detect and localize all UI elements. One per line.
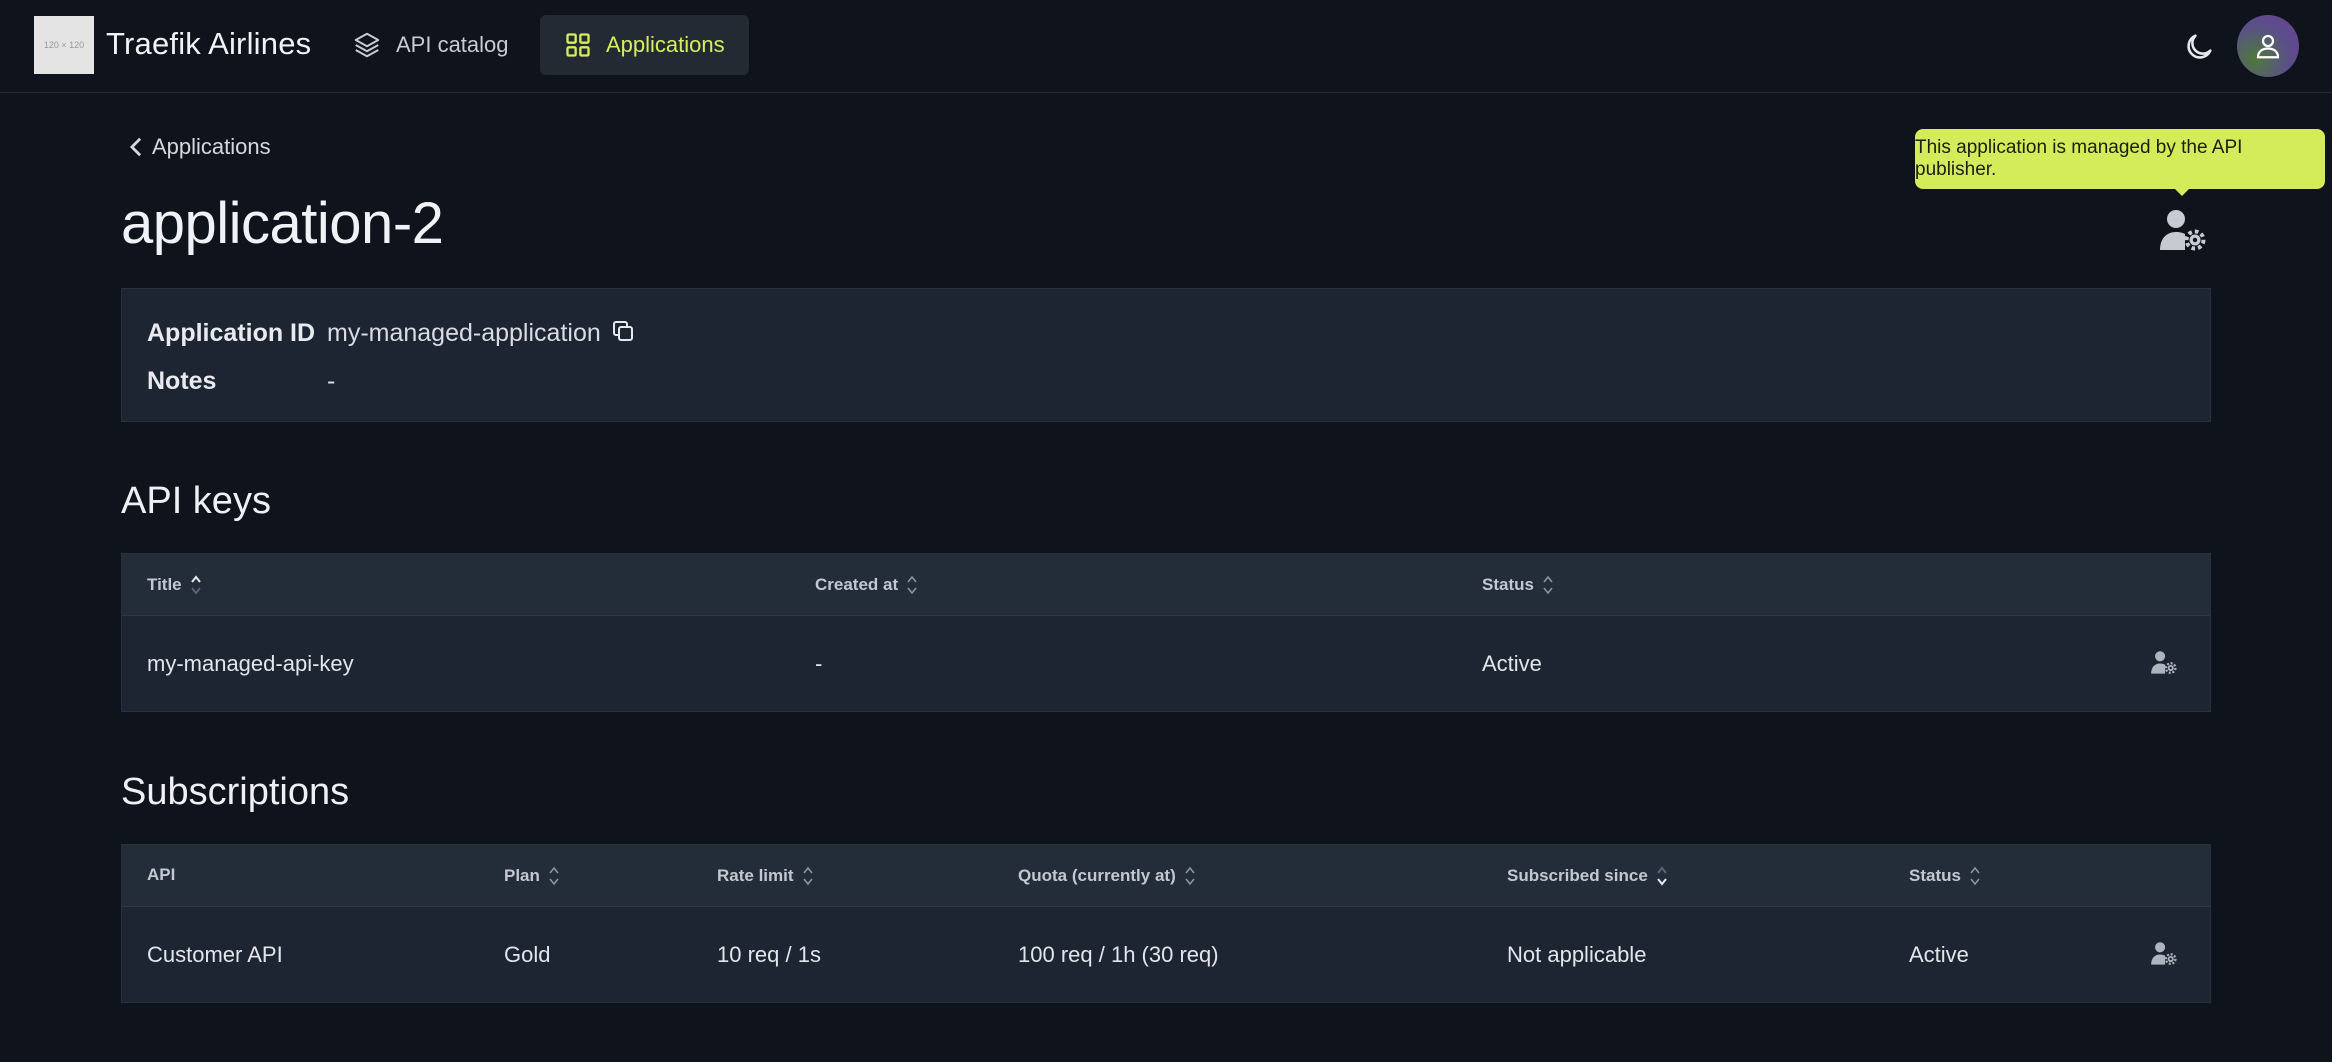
sort-icon — [802, 866, 813, 886]
api-keys-table: Title Created at Status my-managed-api-k… — [121, 553, 2211, 712]
logo[interactable]: 120 × 120 — [34, 16, 94, 74]
column-header-rate-limit[interactable]: Rate limit — [717, 865, 814, 887]
column-label: Created at — [815, 575, 899, 594]
user-avatar[interactable] — [2237, 15, 2299, 77]
app-id-value: my-managed-application — [327, 319, 601, 347]
breadcrumb-label: Applications — [152, 134, 271, 159]
table-header: API Plan Rate limit Quota (currently at)… — [122, 845, 2210, 907]
column-label: Rate limit — [717, 866, 794, 885]
subscriptions-table: API Plan Rate limit Quota (currently at)… — [121, 844, 2211, 1003]
notes-value: - — [327, 367, 336, 395]
column-label: Quota (currently at) — [1018, 866, 1176, 885]
sort-icon — [1185, 866, 1195, 886]
user-gear-icon[interactable] — [2150, 941, 2178, 967]
grid-icon — [566, 33, 590, 57]
brand-name[interactable]: Traefik Airlines — [106, 26, 311, 62]
subscription-rate-limit: 10 req / 1s — [717, 942, 821, 967]
subscription-api[interactable]: Customer API — [147, 942, 283, 968]
column-label: Title — [147, 575, 182, 594]
column-header-plan[interactable]: Plan — [504, 865, 560, 887]
api-keys-heading: API keys — [121, 480, 271, 522]
api-key-created-at: - — [815, 651, 823, 676]
api-key-status: Active — [1482, 651, 1542, 676]
column-header-status[interactable]: Status — [1909, 865, 1981, 887]
moon-icon[interactable] — [2182, 30, 2216, 64]
subscriptions-heading: Subscriptions — [121, 771, 350, 813]
nav-api-catalog-label: API catalog — [396, 32, 509, 57]
subscription-status: Active — [1909, 942, 1969, 967]
application-info-card: Application ID my-managed-application No… — [121, 288, 2211, 422]
column-label: API — [147, 865, 176, 884]
notes-label: Notes — [147, 367, 217, 395]
subscription-quota: 100 req / 1h (30 req) — [1018, 942, 1219, 967]
nav-api-catalog[interactable]: API catalog — [338, 15, 528, 75]
breadcrumb-back[interactable]: Applications — [128, 134, 271, 160]
tooltip-arrow — [2173, 187, 2191, 196]
subscription-plan: Gold — [504, 942, 551, 967]
column-header-api[interactable]: API — [147, 865, 175, 885]
nav-applications-label: Applications — [606, 32, 725, 57]
table-header: Title Created at Status — [122, 554, 2210, 616]
top-navbar: 120 × 120 Traefik Airlines API catalog A… — [0, 0, 2332, 93]
page-title: application-2 — [121, 191, 444, 256]
sort-icon — [907, 575, 917, 595]
column-label: Plan — [504, 866, 540, 885]
column-label: Status — [1482, 575, 1534, 594]
user-icon — [2256, 34, 2280, 59]
column-label: Subscribed since — [1507, 866, 1648, 885]
sort-icon — [1970, 866, 1980, 886]
sort-icon — [549, 866, 559, 886]
chevron-left-icon — [129, 137, 142, 157]
app-id-label: Application ID — [147, 319, 316, 347]
user-gear-icon[interactable] — [2150, 650, 2178, 676]
column-header-title[interactable]: Title — [147, 574, 202, 596]
column-header-status[interactable]: Status — [1482, 574, 1554, 596]
layers-icon — [354, 32, 380, 58]
column-header-quota[interactable]: Quota (currently at) — [1018, 865, 1196, 887]
api-key-title: my-managed-api-key — [147, 651, 354, 676]
sort-icon — [1543, 575, 1553, 595]
user-gear-icon[interactable] — [2158, 208, 2208, 254]
managed-tooltip: This application is managed by the API p… — [1915, 129, 2325, 189]
column-label: Status — [1909, 866, 1961, 885]
copy-icon[interactable] — [611, 319, 635, 343]
column-header-created-at[interactable]: Created at — [815, 574, 918, 596]
sort-desc-icon — [1657, 866, 1667, 886]
column-header-subscribed-since[interactable]: Subscribed since — [1507, 865, 1668, 887]
subscription-since: Not applicable — [1507, 942, 1647, 967]
sort-asc-icon — [190, 575, 201, 595]
nav-applications[interactable]: Applications — [540, 15, 749, 75]
